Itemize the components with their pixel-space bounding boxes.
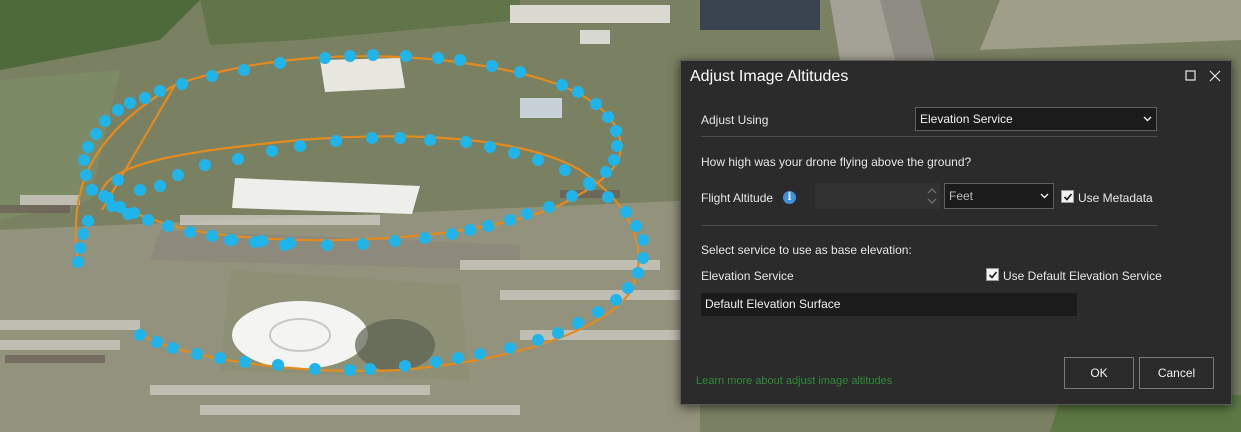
altitude-unit-dropdown[interactable]: Feet (944, 183, 1054, 209)
close-icon (1209, 70, 1221, 82)
cancel-button[interactable]: Cancel (1139, 357, 1214, 389)
close-button[interactable] (1207, 68, 1223, 84)
base-elevation-prompt: Select service to use as base elevation: (701, 243, 912, 257)
adjust-using-dropdown[interactable]: Elevation Service (915, 107, 1157, 131)
learn-more-link[interactable]: Learn more about adjust image altitudes (696, 375, 892, 387)
use-metadata-label: Use Metadata (1078, 191, 1153, 205)
divider (701, 136, 1157, 137)
use-default-elevation-label: Use Default Elevation Service (1003, 269, 1162, 283)
dialog-title: Adjust Image Altitudes (690, 68, 849, 85)
drone-height-question: How high was your drone flying above the… (701, 155, 972, 169)
checkmark-icon (1063, 193, 1073, 201)
adjust-image-altitudes-dialog: Adjust Image Altitudes Adjust Using Elev… (680, 60, 1232, 405)
spin-arrows-icon[interactable] (926, 185, 938, 207)
chevron-down-icon (1143, 116, 1152, 122)
adjust-using-label: Adjust Using (701, 113, 769, 127)
elevation-service-field[interactable]: Default Elevation Surface (701, 293, 1077, 316)
info-icon[interactable]: i (783, 191, 796, 204)
use-metadata-checkbox[interactable] (1061, 190, 1074, 203)
adjust-using-value: Elevation Service (920, 112, 1013, 126)
divider (701, 225, 1157, 226)
flight-altitude-label: Flight Altitude (701, 191, 774, 205)
maximize-icon (1185, 70, 1196, 81)
checkmark-icon (988, 271, 998, 279)
flight-altitude-input[interactable] (815, 183, 940, 209)
elevation-service-label: Elevation Service (701, 269, 794, 283)
maximize-button[interactable] (1183, 68, 1199, 84)
ok-button[interactable]: OK (1064, 357, 1134, 389)
chevron-down-icon (1040, 193, 1049, 199)
use-default-elevation-checkbox[interactable] (986, 268, 999, 281)
altitude-unit-value: Feet (949, 189, 974, 203)
